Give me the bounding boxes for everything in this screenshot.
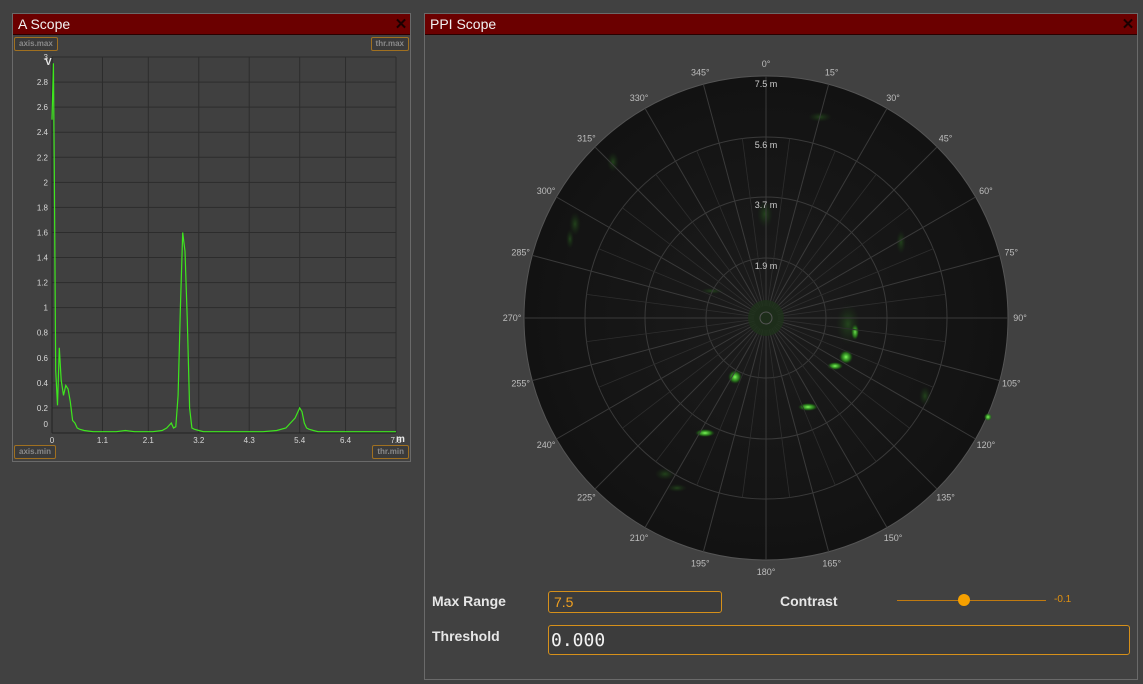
ppi-angle-label: 30°	[886, 93, 900, 103]
ppi-range-label: 3.7 m	[755, 200, 778, 210]
ascope-y-unit: V	[45, 57, 52, 68]
ascope-y-tick-label: 1	[44, 304, 49, 313]
ppi-angle-label: 285°	[511, 247, 530, 257]
ppi-angle-label: 330°	[630, 93, 649, 103]
contrast-label: Contrast	[780, 593, 838, 609]
ppi-angle-label: 105°	[1002, 379, 1021, 389]
ppi-angle-label: 240°	[537, 440, 556, 450]
ascope-x-tick-label: 2.1	[143, 436, 155, 445]
max-range-label: Max Range	[432, 593, 506, 609]
ppi-display: 7.5 m 5.6 m 3.7 m 1.9 m 0° 15° 30° 45° 60° 75° 90…	[503, 59, 1028, 577]
ascope-y-tick-label: 2.4	[37, 128, 49, 137]
ascope-x-tick-label: 3.2	[193, 436, 205, 445]
ascope-y-tick-label: 0.8	[37, 329, 49, 338]
ascope-x-tick-label: 1.1	[97, 436, 109, 445]
ppi-angle-label: 315°	[577, 133, 596, 143]
contrast-value: -0.1	[1054, 594, 1072, 605]
thr-max-button[interactable]: thr.max	[370, 37, 409, 51]
ascope-plot: 32.82.62.42.221.81.61.41.210.80.60.40.20…	[37, 53, 405, 445]
ppi-angle-label: 165°	[822, 558, 841, 568]
ascope-y-tick-label: 2.2	[37, 153, 49, 162]
ppi-echo	[798, 403, 818, 411]
thr-min-button[interactable]: thr.min	[372, 445, 409, 459]
ascope-x-unit: m	[396, 434, 405, 445]
ppi-angle-label: 90°	[1013, 313, 1027, 323]
threshold-label: Threshold	[432, 628, 500, 644]
ppi-center-glow	[748, 300, 784, 336]
ppi-echo	[655, 468, 675, 480]
ppi-angle-label: 45°	[939, 133, 953, 143]
ascope-y-tick-label: 1.6	[37, 228, 49, 237]
ppi-angle-label: 255°	[511, 379, 530, 389]
ppi-angle-label: 345°	[691, 68, 710, 78]
ascope-y-tick-label: 0	[44, 420, 49, 429]
ascope-y-tick-label: 1.2	[37, 279, 49, 288]
ppi-angle-label: 15°	[825, 68, 839, 78]
ascope-x-tick-label: 6.4	[340, 436, 352, 445]
ascope-y-tick-label: 0.2	[37, 404, 49, 413]
ppi-angle-label: 75°	[1005, 247, 1019, 257]
contrast-slider-track[interactable]	[897, 600, 1046, 601]
ascope-y-tick-label: 0.4	[37, 379, 49, 388]
ppi-angle-label: 300°	[537, 186, 556, 196]
axis-max-button[interactable]: axis.max	[14, 37, 58, 51]
ascope-y-tick-label: 1.4	[37, 254, 49, 263]
ascope-x-ticks: 0 1.1 2.1 3.2 4.3 5.4 6.4 7.5	[50, 436, 402, 445]
max-range-input[interactable]	[548, 591, 722, 613]
axis-min-button[interactable]: axis.min	[14, 445, 57, 459]
ascope-y-tick-label: 0.6	[37, 354, 49, 363]
ppi-angle-label: 210°	[630, 533, 649, 543]
ppi-range-label: 5.6 m	[755, 140, 778, 150]
threshold-input[interactable]	[548, 625, 1130, 655]
ascope-x-tick-label: 5.4	[294, 436, 306, 445]
ascope-grid	[51, 56, 397, 434]
ascope-x-tick-label: 4.3	[244, 436, 256, 445]
contrast-slider-knob[interactable]	[958, 594, 971, 606]
ppi-angle-label: 0°	[762, 59, 771, 69]
ppi-angle-label: 135°	[936, 493, 955, 503]
ascope-plot-area	[52, 57, 396, 433]
ascope-x-tick-label: 0	[50, 436, 55, 445]
ascope-y-tick-label: 2	[44, 178, 49, 187]
ppi-echo	[566, 229, 574, 249]
ppi-angle-label: 195°	[691, 558, 710, 568]
ppi-range-label: 7.5 m	[755, 79, 778, 89]
ppi-angle-label: 225°	[577, 493, 596, 503]
ascope-y-tick-label: 2.8	[37, 78, 49, 87]
ascope-y-tick-label: 2.6	[37, 103, 49, 112]
ppi-angle-label: 60°	[979, 186, 993, 196]
ppi-panel: PPI Scope ✕ 7.5 m 5.6 m 3.7 m 1.9 m 0° 15	[424, 13, 1138, 680]
ppi-echo	[984, 413, 992, 421]
ppi-angle-label: 180°	[757, 567, 776, 577]
ppi-angle-label: 270°	[503, 313, 522, 323]
ppi-range-label: 1.9 m	[755, 261, 778, 271]
ppi-angle-label: 120°	[977, 440, 996, 450]
ascope-y-tick-label: 1.8	[37, 203, 49, 212]
ppi-angle-label: 150°	[884, 533, 903, 543]
ascope-y-ticks: 32.82.62.42.221.81.61.41.210.80.60.40.20	[37, 53, 49, 429]
ascope-panel: A Scope ✕ 3 2.8 2.6 2.4 2.2 2 1.8 1.6 1.4 1.2 1 0.8…	[12, 13, 411, 462]
ppi-echo	[827, 362, 843, 370]
